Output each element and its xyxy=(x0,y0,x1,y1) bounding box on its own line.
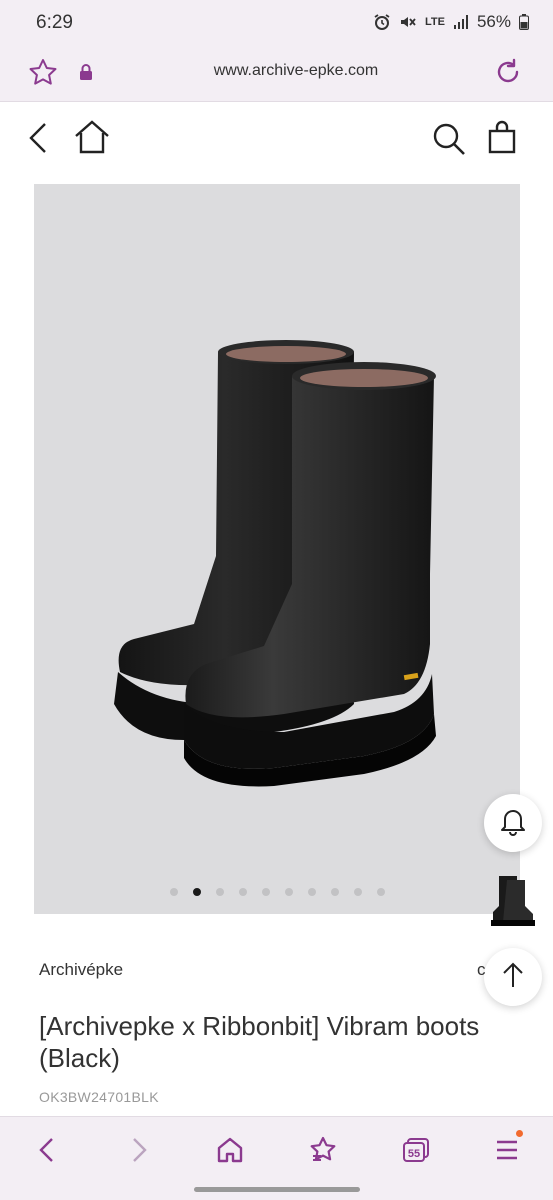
chevron-left-icon[interactable] xyxy=(26,1133,66,1167)
carousel-dot[interactable] xyxy=(169,888,178,896)
carousel-dot[interactable] xyxy=(215,888,224,896)
carousel-dot[interactable] xyxy=(353,888,362,896)
notification-button[interactable] xyxy=(484,794,542,852)
lte-icon: LTE xyxy=(425,15,445,28)
scroll-top-button[interactable] xyxy=(484,948,542,1006)
menu-notification-badge xyxy=(516,1130,523,1137)
carousel-dot[interactable] xyxy=(238,888,247,896)
signal-icon xyxy=(453,14,469,30)
menu-icon[interactable] xyxy=(487,1130,527,1167)
carousel-dot-active[interactable] xyxy=(192,888,201,896)
browser-url-bar: www.archive-epke.com xyxy=(0,46,553,102)
url-text[interactable]: www.archive-epke.com xyxy=(0,62,553,80)
carousel-dot[interactable] xyxy=(376,888,385,896)
product-brand-extra: c xyxy=(477,960,486,979)
home-icon[interactable] xyxy=(210,1133,250,1167)
battery-text: 56% xyxy=(476,12,511,31)
carousel-dot[interactable] xyxy=(330,888,339,896)
product-title: [Archivepke x Ribbonbit] Vibram boots(Bl… xyxy=(39,1011,480,1073)
carousel-dot[interactable] xyxy=(307,888,316,896)
status-bar: 6:29 LTE 56% xyxy=(0,0,553,46)
arrow-up-icon xyxy=(501,961,525,994)
mute-icon xyxy=(399,13,417,31)
boots-image xyxy=(114,340,436,787)
chevron-right-icon[interactable] xyxy=(120,1133,160,1167)
reload-icon[interactable] xyxy=(493,57,523,92)
recent-product-thumbnail[interactable] xyxy=(485,870,541,930)
carousel-dot[interactable] xyxy=(261,888,270,896)
search-icon[interactable] xyxy=(432,122,466,161)
battery-icon xyxy=(519,14,529,30)
bell-icon xyxy=(499,806,527,841)
bag-icon[interactable] xyxy=(488,120,516,159)
home-icon[interactable] xyxy=(74,120,110,159)
carousel-dots xyxy=(34,888,520,896)
product-image[interactable] xyxy=(34,184,520,914)
bookmarks-icon[interactable] xyxy=(303,1133,343,1167)
product-sku: OK3BW24701BLK xyxy=(39,1089,159,1105)
tab-count: 55 xyxy=(408,1148,420,1160)
status-icons: LTE 56% xyxy=(373,12,529,32)
carousel-dot[interactable] xyxy=(284,888,293,896)
tabs-icon[interactable]: 55 xyxy=(396,1133,436,1167)
home-indicator[interactable] xyxy=(194,1187,360,1192)
alarm-icon xyxy=(373,13,391,31)
site-header xyxy=(0,102,553,174)
back-icon[interactable] xyxy=(28,122,48,159)
product-brand[interactable]: Archivépke xyxy=(39,960,123,980)
status-time: 6:29 xyxy=(36,12,73,33)
